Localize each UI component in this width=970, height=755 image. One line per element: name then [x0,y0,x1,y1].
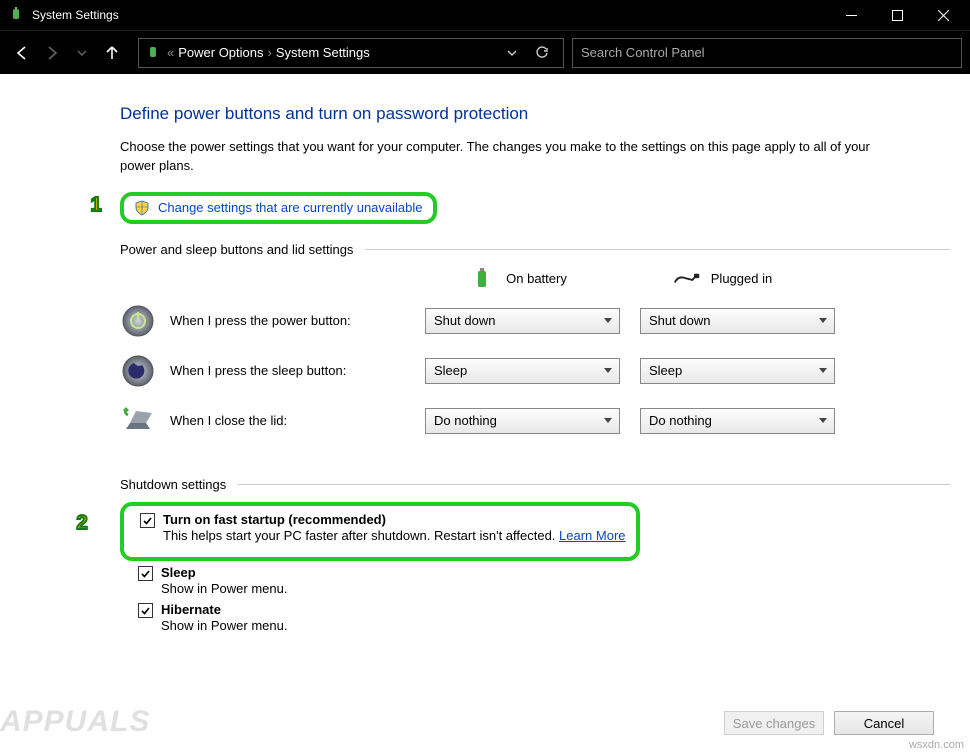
annotation-highlight-1: Change settings that are currently unava… [120,192,437,224]
chevron-left-icon: « [167,45,174,60]
col-plugged-in: Plugged in [620,267,825,291]
minimize-button[interactable] [828,0,874,30]
breadcrumb-item[interactable]: System Settings [276,45,370,60]
power-button-battery-select[interactable]: Shut down [425,308,620,334]
watermark-right: wsxdn.com [909,739,964,751]
fast-startup-checkbox[interactable] [140,513,155,528]
address-dropdown-button[interactable] [497,39,527,67]
plug-icon [673,267,701,291]
group-legend: Shutdown settings [120,477,238,492]
power-button-plugged-select[interactable]: Shut down [640,308,835,334]
app-icon [8,7,24,23]
sleep-button-plugged-select[interactable]: Sleep [640,358,835,384]
annotation-badge-1: 1 [82,192,110,220]
sleep-button-battery-select[interactable]: Sleep [425,358,620,384]
page-heading: Define power buttons and turn on passwor… [120,104,950,124]
col-on-battery: On battery [415,267,620,291]
cancel-button[interactable]: Cancel [834,711,934,735]
content-area: Define power buttons and turn on passwor… [0,74,970,683]
navbar: « Power Options › System Settings Search… [0,30,970,74]
annotation-highlight-2: Turn on fast startup (recommended) This … [120,502,640,561]
shutdown-settings-group: Shutdown settings 2 Turn on fast startup… [120,477,950,639]
row-power-button: When I press the power button: Shut down… [120,303,950,339]
close-button[interactable] [920,0,966,30]
row-label: When I press the power button: [170,313,351,328]
forward-button[interactable] [38,39,66,67]
sleep-title: Sleep [161,565,287,580]
row-sleep-button: When I press the sleep button: Sleep Sle… [120,353,950,389]
address-bar[interactable]: « Power Options › System Settings [138,38,564,68]
row-label: When I close the lid: [170,413,287,428]
laptop-lid-icon [120,403,156,439]
shield-icon [134,200,150,216]
intro-text: Choose the power settings that you want … [120,138,880,176]
power-buttons-group: Power and sleep buttons and lid settings… [120,242,950,453]
change-unavailable-settings-link[interactable]: Change settings that are currently unava… [158,200,423,215]
sleep-checkbox[interactable] [138,566,153,581]
hibernate-desc: Show in Power menu. [161,618,287,633]
history-dropdown-button[interactable] [68,39,96,67]
fast-startup-desc: This helps start your PC faster after sh… [163,528,559,543]
maximize-button[interactable] [874,0,920,30]
learn-more-link[interactable]: Learn More [559,528,625,543]
up-button[interactable] [98,39,126,67]
lid-battery-select[interactable]: Do nothing [425,408,620,434]
search-input[interactable]: Search Control Panel [572,38,962,68]
refresh-button[interactable] [527,39,557,67]
fast-startup-title: Turn on fast startup (recommended) [163,512,626,527]
battery-icon [468,267,496,291]
annotation-badge-2: 2 [68,510,96,538]
sleep-button-icon [120,353,156,389]
footer-buttons: Save changes Cancel [724,711,934,735]
lid-plugged-select[interactable]: Do nothing [640,408,835,434]
back-button[interactable] [8,39,36,67]
row-label: When I press the sleep button: [170,363,346,378]
chevron-right-icon: › [268,45,272,60]
power-options-icon [145,45,161,61]
search-placeholder: Search Control Panel [581,45,705,60]
row-close-lid: When I close the lid: Do nothing Do noth… [120,403,950,439]
group-legend: Power and sleep buttons and lid settings [120,242,365,257]
breadcrumb: « Power Options › System Settings [167,45,370,60]
hibernate-checkbox[interactable] [138,603,153,618]
titlebar: System Settings [0,0,970,30]
breadcrumb-item[interactable]: Power Options [178,45,263,60]
hibernate-title: Hibernate [161,602,287,617]
watermark-left: APPUALS [0,705,150,739]
window-title: System Settings [32,8,828,22]
save-button[interactable]: Save changes [724,711,824,735]
power-button-icon [120,303,156,339]
sleep-desc: Show in Power menu. [161,581,287,596]
